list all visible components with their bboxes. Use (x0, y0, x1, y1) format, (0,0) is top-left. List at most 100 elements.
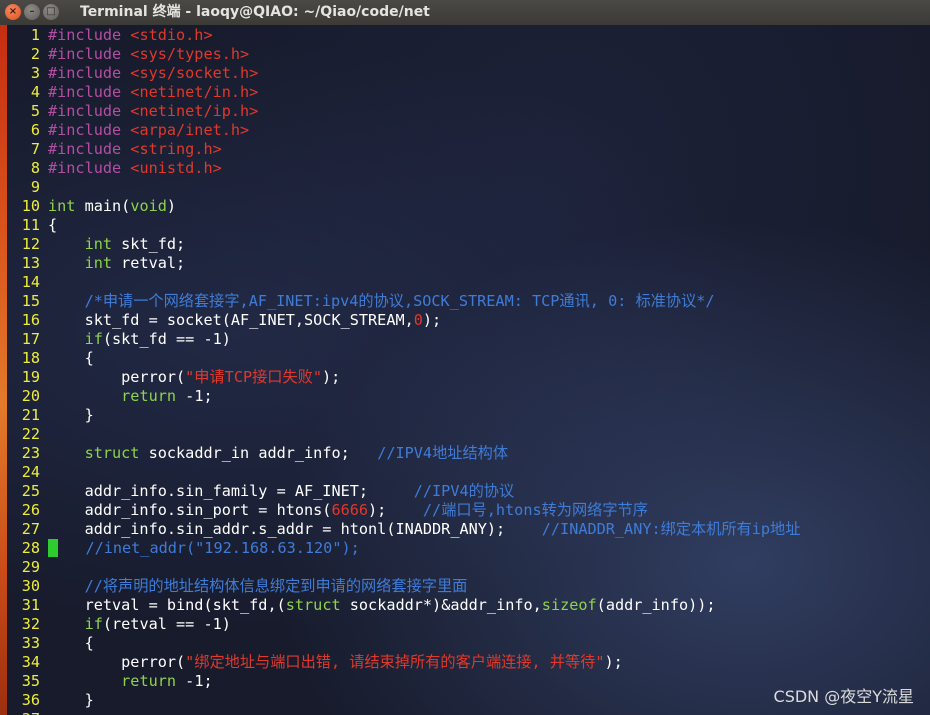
line-number: 33 (21, 634, 40, 652)
window-titlebar[interactable]: × – □ Terminal 终端 - laoqy@QIAO: ~/Qiao/c… (0, 0, 930, 26)
code-text: #include <sys/socket.h> (48, 64, 258, 82)
token: skt_fd = socket(AF_INET,SOCK_STREAM, (48, 311, 414, 329)
gutter (40, 216, 48, 235)
code-line[interactable]: 32 if(retval == -1) (7, 615, 231, 634)
code-line[interactable]: 10 int main(void) (7, 197, 176, 216)
line-number: 26 (21, 501, 40, 519)
line-number: 1 (30, 26, 40, 44)
code-text: #include <netinet/ip.h> (48, 102, 258, 120)
line-number: 13 (21, 254, 40, 272)
code-line[interactable]: 21 } (7, 406, 94, 425)
code-line[interactable]: 22 (7, 425, 48, 444)
code-line[interactable]: 6 #include <arpa/inet.h> (7, 121, 249, 140)
code-line[interactable]: 25 addr_info.sin_family = AF_INET; //IPV… (7, 482, 514, 501)
code-line[interactable]: 35 return -1; (7, 672, 213, 691)
gutter (40, 273, 48, 292)
token-pp: #include (48, 64, 131, 82)
code-line[interactable]: 26 addr_info.sin_port = htons(6666); //端… (7, 501, 648, 520)
code-line[interactable]: 34 perror("绑定地址与端口出错, 请结束掉所有的客户端连接, 并等待"… (7, 653, 623, 672)
gutter (40, 387, 48, 406)
gutter (40, 501, 48, 520)
token-kw: int (84, 235, 113, 253)
code-line[interactable]: 37 (7, 710, 48, 715)
code-text: { (48, 216, 57, 234)
gutter (40, 672, 48, 691)
code-line[interactable]: 19 perror("申请TCP接口失败"); (7, 368, 341, 387)
code-line[interactable]: 8 #include <unistd.h> (7, 159, 222, 178)
code-line[interactable]: 2 #include <sys/types.h> (7, 45, 249, 64)
line-number: 37 (7, 710, 40, 715)
code-text: /*申请一个网络套接字,AF_INET:ipv4的协议,SOCK_STREAM:… (48, 292, 715, 310)
terminal-editor-area[interactable]: 1 #include <stdio.h> 2 #include <sys/type… (7, 25, 930, 715)
token: ); (604, 653, 623, 671)
token-pp: #include (48, 26, 131, 44)
code-line[interactable]: 18 { (7, 349, 94, 368)
code-line[interactable]: 17 if(skt_fd == -1) (7, 330, 231, 349)
maximize-window-button[interactable]: □ (43, 4, 59, 20)
token-str: <unistd.h> (130, 159, 222, 177)
desktop-background-edge (0, 25, 7, 715)
code-line[interactable]: 7 #include <string.h> (7, 140, 222, 159)
code-text: int retval; (48, 254, 186, 272)
token: addr_info.sin_addr.s_addr = htonl(INADDR… (48, 520, 542, 538)
code-line[interactable]: 30 //将声明的地址结构体信息绑定到申请的网络套接字里面 (7, 577, 468, 596)
code-line[interactable]: 27 addr_info.sin_addr.s_addr = htonl(INA… (7, 520, 801, 539)
gutter (40, 254, 48, 273)
code-line[interactable]: 14 (7, 273, 48, 292)
minimize-window-button[interactable]: – (24, 4, 40, 20)
code-line[interactable]: 12 int skt_fd; (7, 235, 185, 254)
code-line[interactable]: 28 //inet_addr("192.168.63.120"); (7, 539, 360, 558)
code-text: retval = bind(skt_fd,(struct sockaddr*)&… (48, 596, 716, 614)
gutter (40, 596, 48, 615)
token-kw: struct (285, 596, 341, 614)
code-line[interactable]: 16 skt_fd = socket(AF_INET,SOCK_STREAM,0… (7, 311, 442, 330)
gutter (40, 634, 48, 653)
token-num: 0 (413, 311, 423, 329)
token: { (48, 634, 94, 652)
code-line[interactable]: 15 /*申请一个网络套接字,AF_INET:ipv4的协议,SOCK_STRE… (7, 292, 715, 311)
code-line[interactable]: 3 #include <sys/socket.h> (7, 64, 258, 83)
csdn-watermark: CSDN @夜空Y流星 (773, 687, 914, 706)
token: } (48, 406, 94, 424)
token: { (48, 216, 58, 234)
code-line[interactable]: 33 { (7, 634, 94, 653)
code-text: #include <sys/types.h> (48, 45, 249, 63)
gutter (40, 292, 48, 311)
code-line[interactable]: 24 (7, 463, 48, 482)
token: main( (75, 197, 131, 215)
code-line[interactable]: 36 } (7, 691, 94, 710)
token: addr_info.sin_port = htons( (48, 501, 332, 519)
code-line[interactable]: 29 (7, 558, 48, 577)
token-kw: return (121, 672, 177, 690)
line-number: 5 (30, 102, 40, 120)
token: retval = bind(skt_fd,( (48, 596, 286, 614)
line-number: 30 (21, 577, 40, 595)
code-line[interactable]: 13 int retval; (7, 254, 185, 273)
token: (addr_info)); (596, 596, 716, 614)
code-text: //inet_addr("192.168.63.120"); (48, 539, 360, 557)
code-text: addr_info.sin_port = htons(6666); //端口号,… (48, 501, 648, 519)
code-line[interactable]: 1 #include <stdio.h> (7, 26, 213, 45)
code-line[interactable]: 9 (7, 178, 48, 197)
code-text: perror("绑定地址与端口出错, 请结束掉所有的客户端连接, 并等待"); (48, 653, 623, 671)
line-number: 18 (21, 349, 40, 367)
token-pp: #include (48, 140, 131, 158)
code-text: } (48, 691, 94, 709)
code-line[interactable]: 5 #include <netinet/ip.h> (7, 102, 258, 121)
code-text: { (48, 349, 94, 367)
code-line[interactable]: 4 #include <netinet/in.h> (7, 83, 258, 102)
code-line[interactable]: 11 { (7, 216, 57, 235)
line-number: 16 (21, 311, 40, 329)
token: sockaddr*)&addr_info, (340, 596, 542, 614)
code-line[interactable]: 20 return -1; (7, 387, 213, 406)
token: retval; (112, 254, 186, 272)
gutter (40, 140, 48, 159)
code-line[interactable]: 31 retval = bind(skt_fd,(struct sockaddr… (7, 596, 716, 615)
line-number: 11 (21, 216, 40, 234)
token: -1; (176, 672, 213, 690)
code-line[interactable]: 23 struct sockaddr_in addr_info; //IPV4地… (7, 444, 508, 463)
close-window-button[interactable]: × (5, 4, 21, 20)
